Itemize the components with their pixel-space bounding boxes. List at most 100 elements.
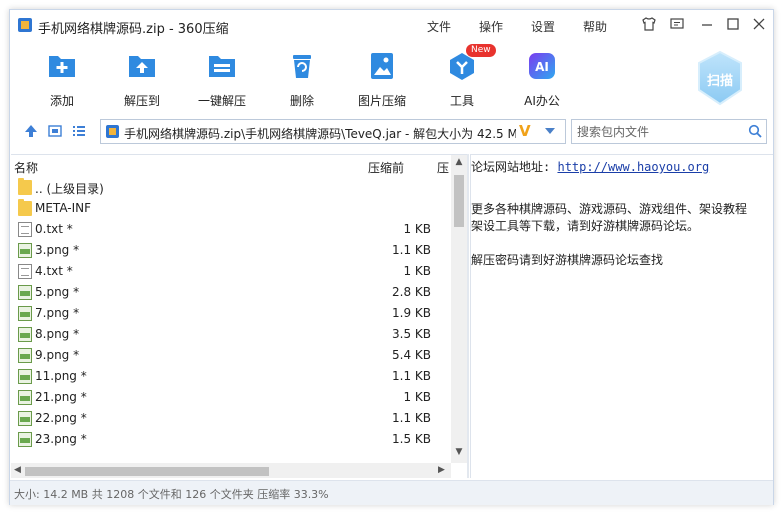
file-row[interactable]: 5.png * 2.8 KB [11, 282, 451, 303]
add-button[interactable]: 添加 [26, 50, 98, 109]
file-row[interactable]: 22.png * 1.1 KB [11, 408, 451, 429]
file-size: 2.8 KB [392, 285, 431, 299]
delete-icon [293, 55, 311, 78]
file-size: 3.5 KB [392, 327, 431, 341]
file-size: 1.5 KB [392, 432, 431, 446]
file-name: 4.txt * [35, 264, 73, 278]
txt-file-icon [18, 222, 32, 237]
scan-button[interactable]: 扫描 [695, 50, 745, 106]
extract-to-icon [129, 56, 155, 77]
add-icon [49, 56, 75, 77]
image-compress-button[interactable]: 图片压缩 [346, 50, 418, 109]
file-row[interactable]: 23.png * 1.5 KB [11, 429, 451, 450]
file-rows: .. (上级目录) META-INF 0.txt * 1 KB 3.png * 1.1 K… [11, 177, 451, 450]
file-size: 1.1 KB [392, 243, 431, 257]
column-name[interactable]: 名称 [14, 159, 38, 176]
pane-splitter[interactable] [467, 154, 469, 478]
file-row[interactable]: .. (上级目录) [11, 177, 451, 198]
file-name: 9.png * [35, 348, 80, 362]
png-file-icon [18, 285, 32, 300]
search-field[interactable] [571, 119, 767, 144]
file-name: 21.png * [35, 390, 87, 404]
one-click-extract-icon [209, 56, 235, 77]
column-size-before[interactable]: 压缩前 [368, 159, 404, 176]
list-header: 名称 压缩前 压 [11, 155, 451, 177]
menu-file[interactable]: 文件 [427, 18, 451, 35]
file-size: 1.9 KB [392, 306, 431, 320]
menu-settings[interactable]: 设置 [531, 18, 555, 35]
path-dropdown-icon[interactable] [545, 128, 555, 134]
scroll-up-icon[interactable]: ▲ [451, 157, 467, 167]
app-window: 手机网络棋牌源码.zip - 360压缩 文件 操作 设置 帮助 添加 解压到 [9, 9, 774, 505]
folder-file-icon [18, 178, 32, 195]
search-input[interactable] [572, 120, 742, 143]
file-row[interactable]: 3.png * 1.1 KB [11, 240, 451, 261]
window-title: 手机网络棋牌源码.zip - 360压缩 [38, 22, 229, 37]
file-name: 5.png * [35, 285, 80, 299]
list-view-icon[interactable] [72, 124, 86, 138]
path-text: 手机网络棋牌源码.zip\手机网络棋牌源码\TeveQ.jar - 解包大小为 … [124, 127, 516, 141]
horizontal-scrollbar[interactable]: ◀ ▶ [11, 463, 451, 478]
file-row[interactable]: 21.png * 1 KB [11, 387, 451, 408]
minimize-icon[interactable] [698, 16, 716, 34]
close-icon[interactable] [750, 16, 768, 34]
menu-help[interactable]: 帮助 [583, 18, 607, 35]
comment-line-site: 论坛网站地址: http://www.haoyou.org [471, 160, 710, 174]
file-size: 1 KB [403, 222, 431, 236]
v-mark-icon: V [519, 122, 531, 140]
png-file-icon [18, 327, 32, 342]
scroll-down-icon[interactable]: ▼ [451, 447, 467, 457]
horizontal-scroll-thumb[interactable] [25, 467, 269, 476]
menu-operate[interactable]: 操作 [479, 18, 503, 35]
ai-office-icon: AI [529, 53, 555, 79]
comment-line-2: 更多各种棋牌源码、游戏源码、游戏组件、架设教程 [471, 202, 748, 216]
one-click-extract-button[interactable]: 一键解压 [186, 50, 258, 109]
comment-pane: 论坛网站地址: http://www.haoyou.org 更多各种棋牌源码、游… [470, 154, 773, 478]
tools-button[interactable]: New 工具 [426, 44, 498, 109]
png-file-icon [18, 243, 32, 258]
file-name: 22.png * [35, 411, 87, 425]
up-arrow-icon[interactable] [24, 124, 38, 138]
png-file-icon [18, 411, 32, 426]
extract-to-button[interactable]: 解压到 [106, 50, 178, 109]
status-bar: 大小: 14.2 MB 共 1208 个文件和 126 个文件夹 压缩率 33.… [10, 480, 773, 505]
chat-icon[interactable] [668, 16, 686, 34]
title-bar: 手机网络棋牌源码.zip - 360压缩 文件 操作 设置 帮助 [10, 10, 773, 42]
png-file-icon [18, 390, 32, 405]
image-compress-icon [371, 53, 393, 79]
vertical-scrollbar[interactable]: ▲ ▼ [451, 155, 467, 463]
ai-icon-text: AI [535, 60, 549, 74]
png-file-icon [18, 369, 32, 384]
file-row[interactable]: 11.png * 1.1 KB [11, 366, 451, 387]
file-row[interactable]: 9.png * 5.4 KB [11, 345, 451, 366]
scan-label: 扫描 [706, 74, 733, 89]
file-size: 1 KB [403, 264, 431, 278]
file-row[interactable]: 4.txt * 1 KB [11, 261, 451, 282]
file-name: 8.png * [35, 327, 80, 341]
ai-office-button[interactable]: AI AI办公 [506, 50, 578, 109]
file-row[interactable]: 0.txt * 1 KB [11, 219, 451, 240]
status-text: 大小: 14.2 MB 共 1208 个文件和 126 个文件夹 压缩率 33.… [14, 488, 329, 501]
file-row[interactable]: META-INF [11, 198, 451, 219]
path-field[interactable]: 手机网络棋牌源码.zip\手机网络棋牌源码\TeveQ.jar - 解包大小为 … [100, 119, 566, 144]
file-row[interactable]: 7.png * 1.9 KB [11, 303, 451, 324]
thumbnail-view-icon[interactable] [48, 124, 62, 138]
scroll-right-icon[interactable]: ▶ [438, 465, 445, 475]
png-file-icon [18, 348, 32, 363]
vertical-scroll-thumb[interactable] [454, 175, 464, 227]
app-logo-icon [18, 18, 32, 32]
comment-line-4: 解压密码请到好游棋牌源码论坛查找 [471, 253, 664, 267]
search-icon[interactable] [748, 124, 762, 138]
site-link[interactable]: http://www.haoyou.org [557, 160, 709, 174]
file-name: .. (上级目录) [35, 182, 104, 196]
column-size-after[interactable]: 压 [437, 159, 449, 176]
maximize-icon[interactable] [724, 16, 742, 34]
file-size: 1.1 KB [392, 411, 431, 425]
file-row[interactable]: 8.png * 3.5 KB [11, 324, 451, 345]
delete-button[interactable]: 删除 [266, 50, 338, 109]
file-name: 0.txt * [35, 222, 73, 236]
scroll-left-icon[interactable]: ◀ [14, 465, 21, 475]
shirt-icon[interactable] [640, 16, 658, 34]
zip-file-icon [106, 125, 119, 138]
file-name: 23.png * [35, 432, 87, 446]
